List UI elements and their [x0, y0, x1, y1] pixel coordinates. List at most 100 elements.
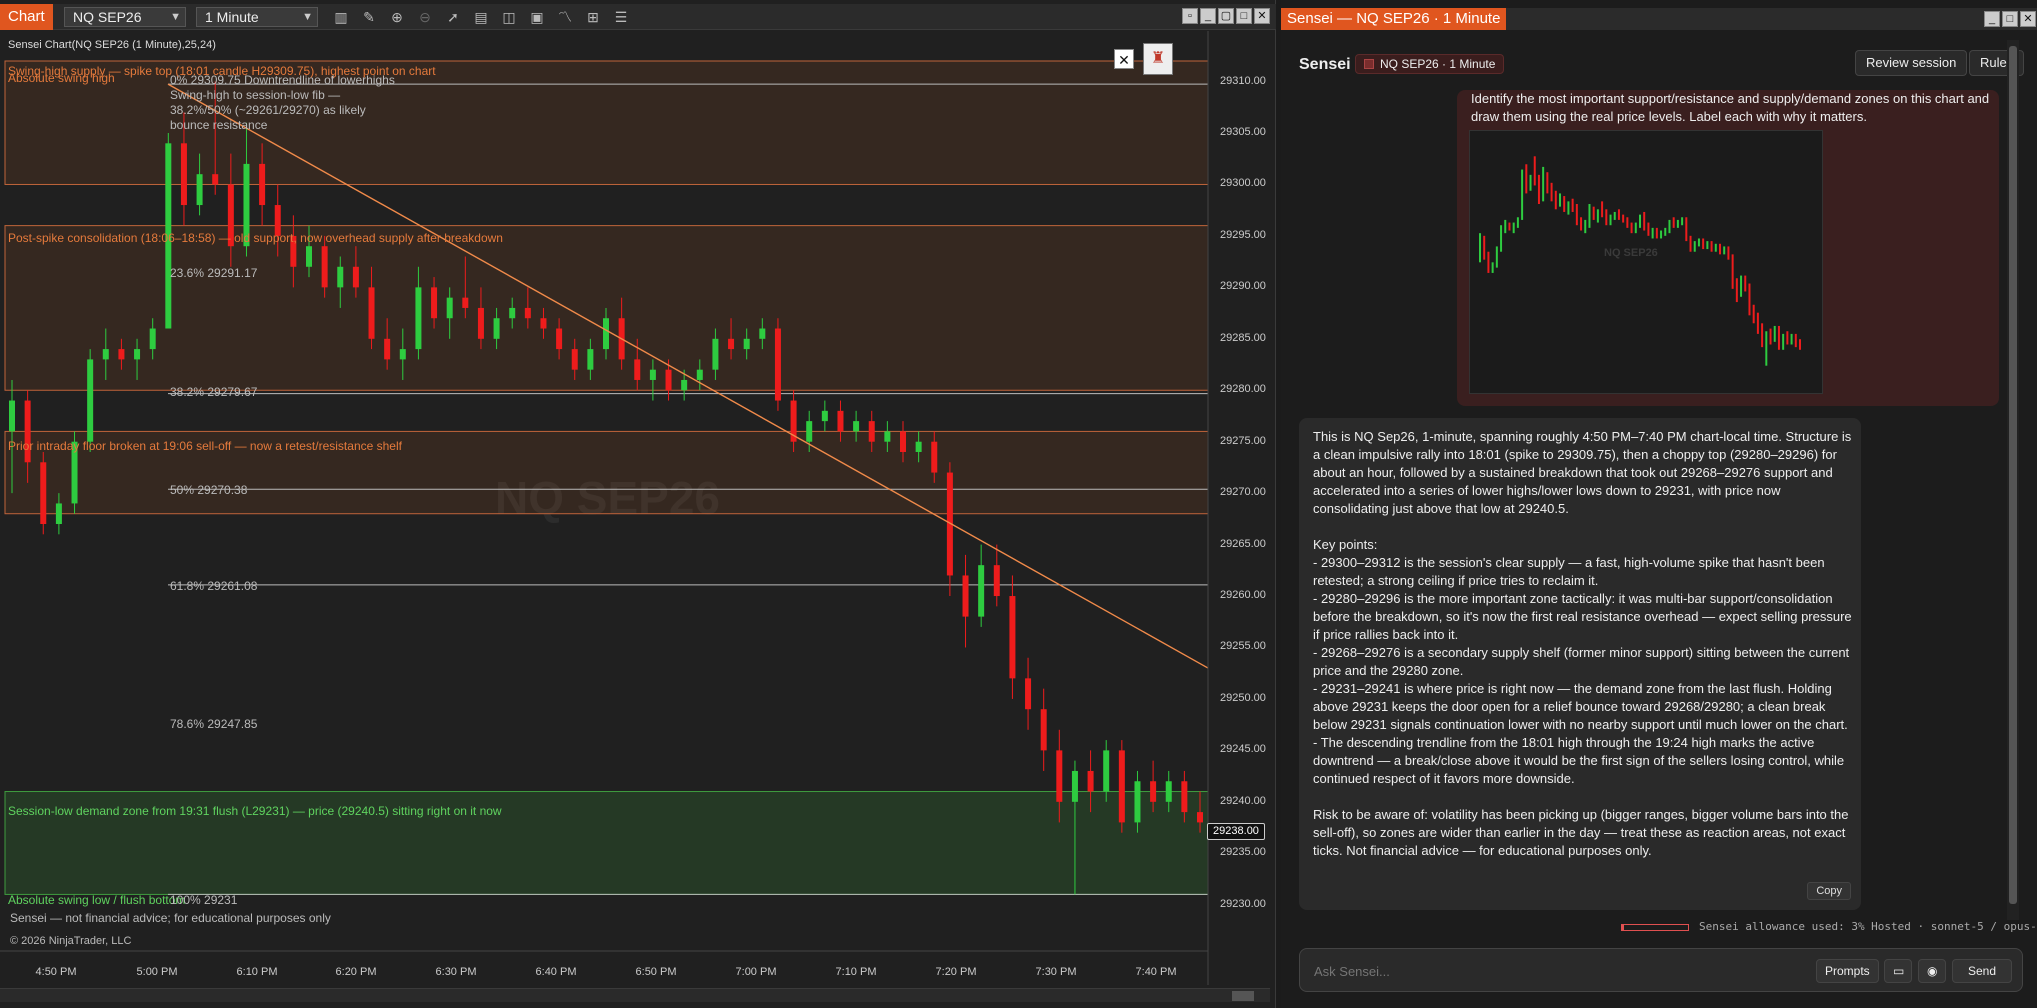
chart-icon — [1364, 59, 1374, 69]
candle-body — [306, 246, 312, 267]
candle-body — [1197, 812, 1203, 823]
instrument-selector[interactable]: NQ SEP26 ▼ — [64, 7, 186, 27]
candle-body — [259, 163, 266, 206]
assistant-message-text: This is NQ Sep26, 1-minute, spanning rou… — [1313, 429, 1852, 858]
zone-label-demand: Session-low demand zone from 19:31 flush… — [8, 804, 502, 818]
chart-toolbar: Chart NQ SEP26 ▼ 1 Minute ▼ ▥ ✎ ⊕ ⊖ ➚ ▤ ◫ … — [0, 4, 1276, 30]
chart-tab[interactable]: Chart — [0, 4, 53, 30]
user-message-text: Identify the most important support/resi… — [1471, 91, 1990, 124]
price-axis-label: 29265.00 — [1220, 537, 1266, 550]
candle-body — [196, 174, 203, 206]
candle-body — [55, 503, 62, 525]
candle-body — [603, 318, 609, 350]
properties-icon[interactable]: ▤ — [472, 8, 490, 26]
bar-type-icon[interactable]: ▥ — [332, 8, 350, 26]
sensei-window-title: Sensei — NQ SEP26 · 1 Minute — [1281, 8, 1507, 30]
disclaimer-note: Sensei — not financial advice; for educa… — [10, 911, 331, 925]
close-icon[interactable]: ✕ — [2020, 11, 2036, 27]
zone-label-post-spike: Post-spike consolidation (18:06–18:58) —… — [8, 231, 503, 245]
review-session-button[interactable]: Review session — [1855, 50, 1968, 76]
send-button[interactable]: Send — [1952, 959, 2012, 983]
candle-body — [540, 318, 547, 329]
price-axis-label: 29300.00 — [1220, 177, 1266, 190]
tile-icon[interactable]: ▫ — [1182, 8, 1198, 24]
restore-icon[interactable]: ▢ — [1218, 8, 1234, 24]
sensei-titlebar: Sensei — NQ SEP26 · 1 Minute _ □ ✕ — [1281, 8, 2037, 30]
price-axis-label: 29260.00 — [1220, 589, 1266, 602]
candle-body — [1103, 750, 1110, 792]
scrollbar-thumb[interactable] — [1232, 991, 1254, 1001]
price-axis-label: 29240.00 — [1220, 794, 1266, 807]
time-axis-label: 4:50 PM — [35, 966, 77, 978]
price-axis-label: 29230.00 — [1220, 897, 1266, 910]
candle-body — [431, 287, 438, 319]
fib-note-line: bounce resistance — [170, 118, 268, 132]
close-drawing-icon[interactable]: ✕ — [1114, 49, 1134, 69]
list-icon[interactable]: ☰ — [612, 8, 630, 26]
close-icon[interactable]: ✕ — [1254, 8, 1270, 24]
candle-body — [446, 297, 453, 319]
candle-body — [774, 328, 781, 401]
candle-body — [1009, 596, 1016, 679]
maximize-icon[interactable]: □ — [2002, 11, 2018, 27]
minimize-icon[interactable]: _ — [1984, 11, 2000, 27]
candle-body — [118, 349, 125, 360]
maximize-icon[interactable]: □ — [1236, 8, 1252, 24]
usage-bar-fill — [1622, 924, 1624, 930]
horizontal-scrollbar[interactable] — [0, 988, 1270, 1002]
pencil-icon[interactable]: ✎ — [360, 8, 378, 26]
candle-body — [853, 421, 860, 432]
settings-icon[interactable]: ◉ — [1918, 959, 1946, 983]
candle-body — [477, 307, 484, 339]
chart-area[interactable]: NQ SEP26 Sensei Chart(NQ SEP26 (1 Minute… — [0, 31, 1276, 985]
candle-body — [1071, 770, 1078, 802]
scrollbar-thumb[interactable] — [2009, 46, 2017, 904]
candle-body — [321, 246, 328, 288]
strategies-icon[interactable]: ⊞ — [584, 8, 602, 26]
price-axis-label: 29250.00 — [1220, 691, 1266, 704]
candle-body — [180, 143, 187, 206]
fib-label-382: 38.2% 29279.67 — [170, 385, 258, 399]
candle-body — [1150, 781, 1157, 802]
thumbnail-watermark: NQ SEP26 — [1604, 247, 1658, 259]
message-list[interactable]: Identify the most important support/resi… — [1281, 90, 2021, 912]
price-axis-label: 29235.00 — [1220, 846, 1266, 859]
candle-body — [384, 338, 391, 360]
assistant-message: This is NQ Sep26, 1-minute, spanning rou… — [1299, 418, 1861, 910]
candle-body — [587, 349, 594, 370]
zoom-out-icon[interactable]: ⊖ — [416, 8, 434, 26]
candle-body — [634, 359, 641, 380]
sensei-robot-icon[interactable]: ♜ — [1143, 43, 1173, 75]
time-axis-label: 7:40 PM — [1135, 966, 1177, 978]
candle-body — [900, 431, 906, 452]
candle-body — [931, 441, 938, 473]
fib-note-line: 38.2%/50% (~29261/29270) as likely — [170, 103, 366, 117]
templates-icon[interactable]: ◫ — [500, 8, 518, 26]
data-box-icon[interactable]: ▣ — [528, 8, 546, 26]
candle-body — [24, 400, 31, 463]
prompts-button[interactable]: Prompts — [1816, 959, 1879, 983]
candle-body — [212, 174, 219, 185]
candle-body — [399, 349, 406, 360]
cursor-icon[interactable]: ➚ — [444, 8, 462, 26]
chart-thumbnail[interactable]: NQ SEP26 — [1469, 130, 1823, 394]
candle-body — [352, 266, 359, 288]
time-axis-label: 6:50 PM — [635, 966, 677, 978]
candle-body — [962, 575, 969, 617]
candle-body — [368, 287, 375, 339]
time-axis-label: 6:30 PM — [435, 966, 477, 978]
fib-label-50: 50% 29270.38 — [170, 483, 248, 497]
zoom-in-icon[interactable]: ⊕ — [388, 8, 406, 26]
panel-scrollbar[interactable] — [2007, 40, 2019, 920]
minimize-icon[interactable]: _ — [1200, 8, 1216, 24]
copy-button[interactable]: Copy — [1807, 882, 1851, 900]
price-chart[interactable] — [0, 31, 1276, 985]
candle-body — [868, 421, 875, 442]
candle-body — [9, 400, 15, 432]
screenshot-icon[interactable]: ▭ — [1884, 959, 1912, 983]
interval-selector[interactable]: 1 Minute ▼ — [196, 7, 318, 27]
indicators-icon[interactable]: 〽 — [556, 8, 574, 26]
time-axis-label: 7:30 PM — [1035, 966, 1077, 978]
candle-body — [509, 307, 516, 319]
ask-input[interactable] — [1314, 961, 1794, 981]
